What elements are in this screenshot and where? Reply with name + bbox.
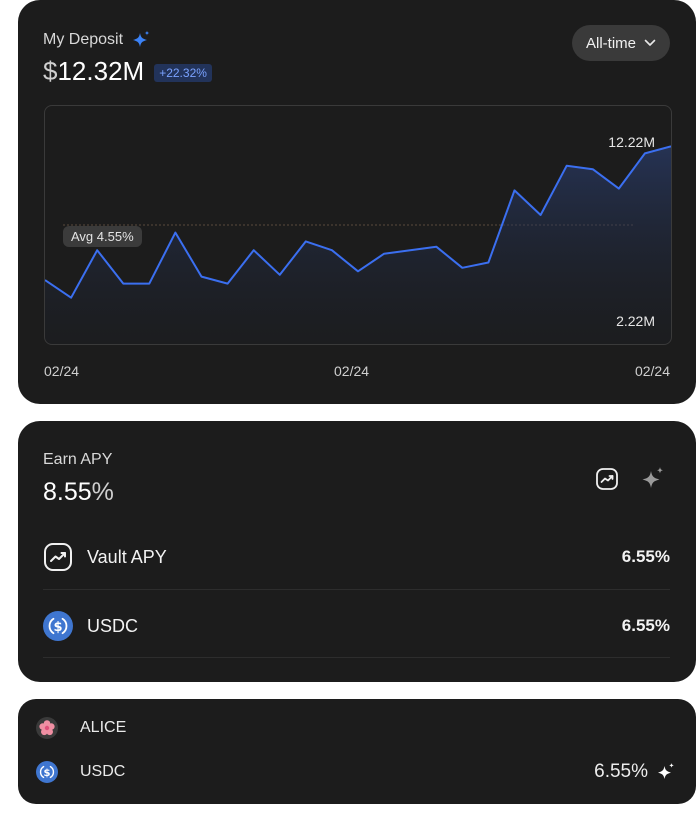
y-label-bottom: 2.22M [616, 313, 655, 329]
usdc-holding-value: 6.55% [594, 761, 648, 782]
trend-up-icon [44, 543, 72, 571]
list-item-alice[interactable]: ALICE [36, 716, 676, 740]
deposit-chart: 12.22M 2.22M Avg 4.55% [44, 105, 672, 345]
sparkle-icon [658, 763, 674, 779]
list-item-usdc-holding[interactable]: $ USDC 6.55% [36, 760, 676, 784]
x-tick-label: 02/24 [334, 363, 370, 379]
change-badge: +22.32% [154, 64, 212, 82]
earn-title: Earn APY [43, 451, 113, 468]
usdc-icon: $ [43, 611, 73, 641]
divider [43, 589, 670, 590]
trend-chart-button[interactable] [594, 466, 620, 492]
sparkle-button[interactable] [640, 466, 666, 492]
usdc-holding-label: USDC [80, 763, 126, 780]
earn-value-number: 8.55 [43, 478, 92, 506]
chevron-down-icon [644, 39, 656, 46]
sparkle-icon [642, 467, 663, 488]
deposit-card: My Deposit $12.32M +22.32% All-time 12.2… [18, 0, 696, 404]
usdc-value: 6.55% [621, 616, 670, 635]
list-item-vault-apy[interactable]: Vault APY 6.55% [43, 540, 670, 574]
vault-apy-value: 6.55% [621, 547, 670, 566]
x-tick-label: 02/24 [634, 363, 670, 379]
usdc-label: USDC [87, 615, 139, 636]
earn-value-unit: % [91, 478, 114, 506]
chart-canvas [45, 145, 671, 344]
svg-text:$: $ [53, 620, 62, 635]
holdings-card: ALICE $ USDC 6.55% [18, 699, 696, 804]
deposit-amount-value: 12.32M [57, 56, 145, 86]
deposit-amount-row: $12.32M +22.32% [43, 56, 212, 87]
x-tick-label: 02/24 [44, 363, 80, 379]
time-range-label: All-time [585, 34, 636, 52]
y-label-top: 12.22M [608, 134, 655, 150]
alice-token-icon [36, 717, 58, 739]
list-item-usdc[interactable]: $ USDC 6.55% [43, 609, 670, 643]
average-label: Avg 4.55% [63, 226, 142, 247]
divider [43, 657, 670, 658]
usdc-icon: $ [36, 761, 58, 783]
deposit-amount: $12.32M [43, 56, 144, 87]
trend-up-icon [596, 468, 618, 490]
time-range-dropdown[interactable]: All-time [571, 25, 670, 61]
svg-text:$: $ [44, 768, 51, 779]
sparkle-icon [133, 30, 150, 47]
deposit-title: My Deposit [43, 31, 124, 48]
alice-label: ALICE [80, 719, 127, 736]
deposit-title-row: My Deposit [43, 30, 151, 50]
currency-symbol: $ [43, 56, 58, 86]
earn-value: 8.55% [43, 478, 114, 507]
earn-apy-card: Earn APY 8.55% Vault APY 6.55% $ USDC 6.… [18, 421, 696, 682]
vault-apy-label: Vault APY [87, 546, 167, 567]
